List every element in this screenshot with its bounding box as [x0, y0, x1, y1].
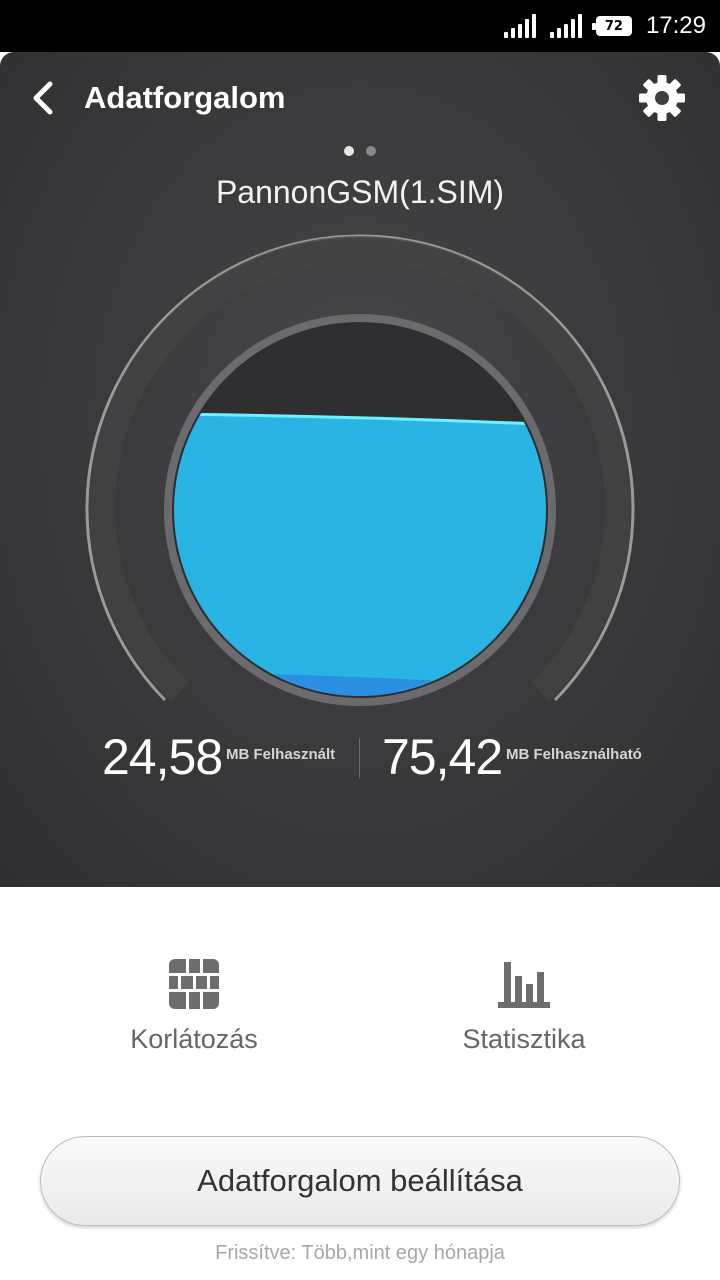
usage-stats: 24,58 MB Felhasznált 75,42 MB Felhasznál…: [0, 724, 720, 790]
used-label: MB Felhasznált: [226, 746, 336, 763]
firewall-icon: [168, 958, 220, 1010]
stats-divider: [359, 738, 360, 778]
last-updated: Frissítve: Több,mint egy hónapja: [215, 1242, 505, 1264]
available-value: 75,42: [382, 729, 503, 785]
battery-icon: 72: [591, 16, 632, 36]
used-value: 24,58: [102, 729, 223, 785]
restriction-action[interactable]: Korlátozás: [94, 958, 294, 1055]
statistics-label: Statisztika: [462, 1024, 586, 1054]
clock: 17:29: [645, 12, 706, 39]
signal-1-icon: [503, 14, 536, 38]
status-indicators: 72 17:29: [503, 10, 706, 42]
water-fill: [174, 414, 546, 696]
bar-chart-icon: [498, 962, 550, 1008]
available-label: MB Felhasználható: [506, 746, 642, 763]
water-bottom-shade: [174, 672, 546, 696]
data-usage-panel: Adatforgalom PannonGSM(1.SIM) 24,58 MB F…: [0, 52, 720, 887]
signal-2-icon: [549, 14, 582, 38]
battery-level: 72: [604, 18, 623, 34]
restriction-label: Korlátozás: [130, 1024, 258, 1054]
status-bar: 72 17:29: [0, 0, 720, 52]
data-settings-button[interactable]: Adatforgalom beállítása: [40, 1136, 680, 1226]
statistics-action[interactable]: Statisztika: [424, 958, 624, 1055]
